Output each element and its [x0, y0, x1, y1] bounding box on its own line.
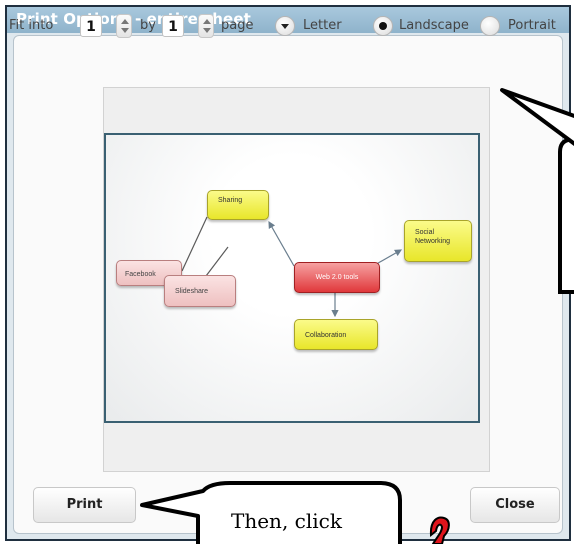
landscape-radio[interactable] [373, 16, 393, 36]
mindmap-node-center: Web 2.0 tools [294, 262, 380, 293]
node-line: Networking [415, 238, 451, 245]
pages-tall-input[interactable]: 1 [162, 15, 184, 37]
page-label: page [221, 18, 254, 33]
print-toolbar: Fit into 1 by 1 page Letter Landscape Po… [0, 14, 570, 40]
portrait-radio[interactable] [480, 16, 500, 36]
print-button[interactable]: Print [33, 487, 136, 523]
node-line: Social [415, 229, 435, 236]
mindmap-node-slideshare: Slideshare [164, 275, 236, 307]
pages-tall-stepper[interactable] [198, 14, 214, 38]
chevron-down-icon [281, 24, 289, 29]
paper-size-value[interactable]: Letter [303, 18, 342, 33]
close-button[interactable]: Close [470, 487, 560, 523]
stepper-arrows-icon [203, 19, 211, 33]
mindmap-node-collaboration: Collaboration [294, 319, 378, 350]
radio-selected-dot [379, 22, 387, 30]
pages-wide-stepper[interactable] [116, 14, 132, 38]
fit-into-label: Fit into [9, 18, 54, 33]
paper-size-dropdown-button[interactable] [275, 16, 295, 36]
mindmap-node-social-networking: Social Networking [404, 220, 472, 262]
stepper-arrows-icon [121, 19, 129, 33]
portrait-label[interactable]: Portrait [508, 18, 556, 33]
by-label: by [140, 18, 156, 33]
callout-instruction-text: Then, click [231, 509, 342, 533]
pages-wide-input[interactable]: 1 [80, 15, 102, 37]
preview-page: Sharing Facebook Slideshare Web 2.0 tool… [104, 133, 480, 423]
landscape-label[interactable]: Landscape [399, 18, 469, 33]
mindmap-node-sharing: Sharing [207, 190, 269, 220]
